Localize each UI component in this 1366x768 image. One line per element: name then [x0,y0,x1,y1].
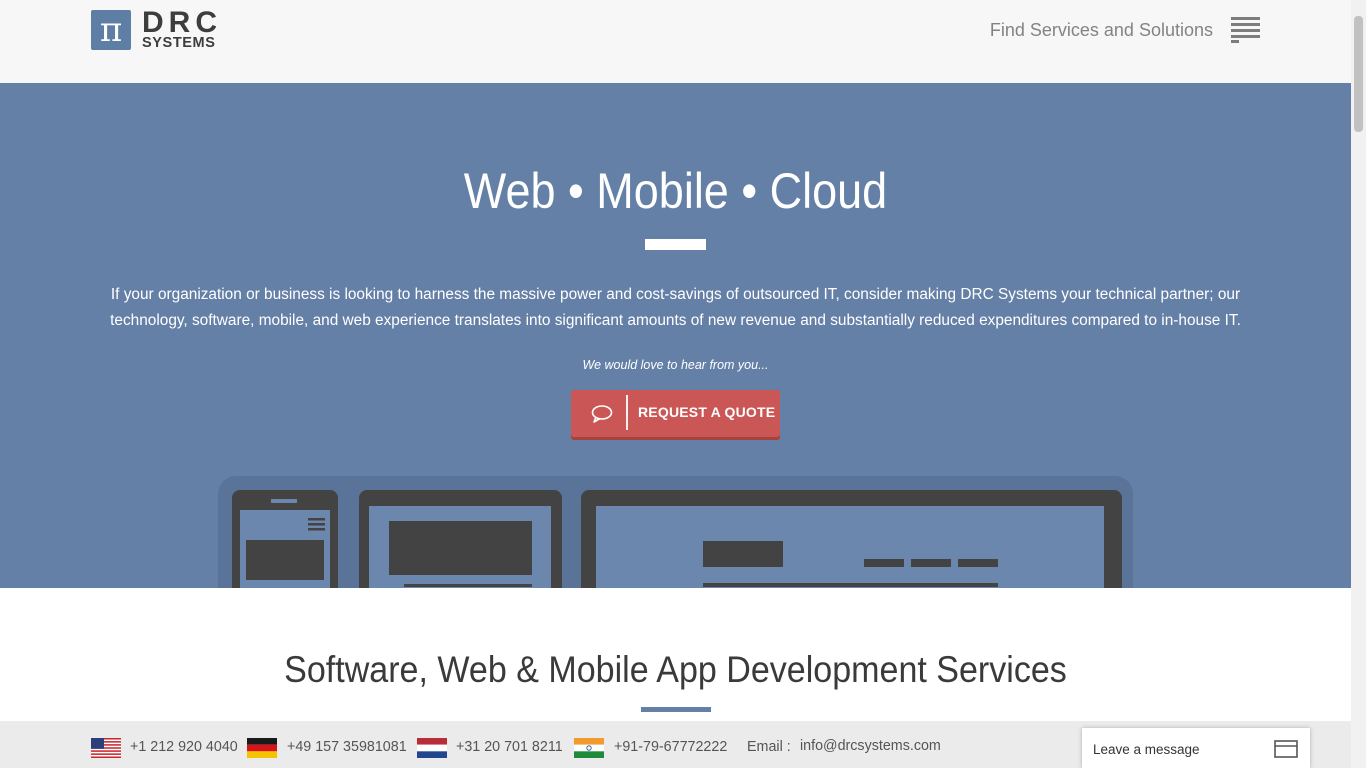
logo-text-systems: SYSTEMS [142,35,216,51]
phone-us[interactable]: +1 212 920 4040 [130,738,238,756]
pi-logo-icon: π [91,10,131,50]
page-scrollbar[interactable] [1351,0,1366,768]
phone-nl[interactable]: +31 20 701 8211 [456,738,563,756]
find-services-link[interactable]: Find Services and Solutions [990,19,1213,41]
request-quote-label: REQUEST A QUOTE [638,404,776,420]
hamburger-menu-icon[interactable] [1231,17,1261,43]
hero-banner: Web • Mobile • Cloud If your organizatio… [0,83,1351,588]
message-window-icon [1274,740,1298,758]
us-flag-icon [91,738,121,758]
nl-flag-icon [417,738,447,758]
email-link[interactable]: info@drcsystems.com [800,737,941,755]
services-divider [641,707,711,712]
request-quote-button[interactable]: REQUEST A QUOTE [571,390,780,437]
scrollbar-thumb[interactable] [1354,16,1363,132]
hero-divider [645,239,706,250]
de-flag-icon [247,738,277,758]
site-header: π DRC SYSTEMS Find Services and Solution… [0,0,1351,83]
button-divider [626,395,628,430]
hero-tagline: We would love to hear from you... [582,358,769,372]
email-label: Email : [747,739,791,755]
hero-title: Web • Mobile • Cloud [463,163,888,219]
devices-illustration [218,476,1133,588]
phone-de[interactable]: +49 157 35981081 [287,738,407,756]
chat-bubble-icon [591,405,613,423]
leave-message-widget[interactable]: Leave a message [1082,728,1310,768]
services-heading: Software, Web & Mobile App Development S… [284,649,1067,690]
drc-systems-logo[interactable]: π DRC SYSTEMS [91,7,236,52]
phone-in[interactable]: +91-79-67772222 [614,738,727,756]
hero-description: If your organization or business is look… [110,286,1241,329]
leave-message-label: Leave a message [1093,742,1200,757]
in-flag-icon [574,738,604,758]
